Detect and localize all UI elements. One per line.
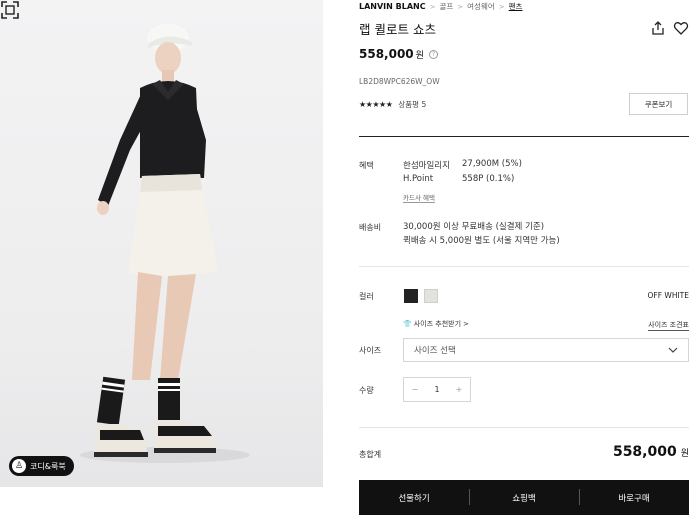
- hpoint-name: H.Point: [403, 174, 434, 184]
- selected-color-name: OFF WHITE: [647, 291, 689, 300]
- size-guide-link[interactable]: 사이즈 조견표: [648, 320, 689, 331]
- coupon-button[interactable]: 쿠폰보기: [629, 93, 688, 115]
- divider: [359, 136, 689, 137]
- quantity-value[interactable]: 1: [426, 385, 448, 394]
- model-illustration: [80, 24, 250, 463]
- breadcrumb-item-womenswear[interactable]: 여성웨어: [467, 1, 495, 12]
- star-rating-icon: ★★★★★: [359, 100, 393, 109]
- chevron-right-icon: >: [463, 320, 469, 328]
- total-unit: 원: [680, 449, 689, 459]
- product-image: ♙ 코디&룩북: [0, 0, 323, 487]
- mileage-name: 한섬마일리지: [403, 161, 450, 171]
- size-recommend-link[interactable]: 👕 사이즈 추천받기 >: [403, 319, 469, 329]
- quantity-minus-button[interactable]: −: [404, 385, 426, 394]
- color-swatch-black[interactable]: [404, 289, 418, 303]
- quantity-stepper: − 1 +: [403, 377, 471, 402]
- shopping-bag-button[interactable]: 쇼핑백: [469, 488, 579, 505]
- size-select-placeholder: 사이즈 선택: [414, 346, 456, 356]
- benefits-label: 혜택: [359, 161, 374, 170]
- coordi-label: 코디&룩북: [30, 461, 66, 471]
- hanger-icon: ♙: [12, 459, 26, 473]
- question-icon[interactable]: ?: [428, 49, 438, 59]
- size-recommend-label: 사이즈 추천받기: [413, 320, 462, 328]
- total-label: 총합계: [359, 450, 382, 459]
- color-swatch-off-white[interactable]: [424, 289, 438, 303]
- divider: [359, 427, 689, 428]
- shirt-icon: 👕: [403, 320, 412, 328]
- share-icon[interactable]: [650, 20, 666, 36]
- product-rating[interactable]: ★★★★★ 상품평 5: [359, 99, 426, 110]
- purchase-action-bar: 선물하기 쇼핑백 바로구매: [359, 480, 689, 515]
- chevron-right-icon: >: [457, 2, 464, 11]
- product-sku: LB2D8WPC626W_OW: [359, 77, 440, 86]
- size-select[interactable]: 사이즈 선택: [403, 338, 689, 362]
- total-price: 558,000 원: [613, 444, 689, 460]
- breadcrumb: LANVIN BLANC > 골프 > 여성웨어 > 팬츠: [359, 1, 522, 12]
- hpoint-value: 558P (0.1%): [462, 174, 515, 184]
- price-amount: 558,000: [359, 47, 414, 61]
- product-title: 랩 퀼로트 쇼츠: [359, 22, 436, 37]
- gift-button[interactable]: 선물하기: [359, 492, 469, 504]
- card-benefit-link[interactable]: 카드사 혜택: [403, 192, 435, 203]
- size-label: 사이즈: [359, 346, 382, 355]
- breadcrumb-item-pants[interactable]: 팬츠: [509, 1, 523, 12]
- shipping-quick-text: 퀵배송 시 5,000원 별도 (서울 지역만 가능): [403, 236, 560, 246]
- divider: [359, 266, 689, 267]
- chevron-right-icon: >: [429, 2, 436, 11]
- product-price: 558,000 원 ?: [359, 47, 438, 61]
- expand-icon[interactable]: [0, 0, 20, 20]
- total-amount: 558,000: [612, 444, 677, 460]
- chevron-down-icon: [668, 347, 678, 353]
- mileage-value: 27,900M (5%): [462, 159, 522, 169]
- heart-icon[interactable]: [673, 20, 689, 36]
- quantity-label: 수량: [359, 386, 374, 395]
- shipping-label: 배송비: [359, 223, 382, 232]
- buy-now-button[interactable]: 바로구매: [579, 488, 689, 505]
- review-count: 상품평 5: [398, 100, 427, 109]
- breadcrumb-brand[interactable]: LANVIN BLANC: [359, 2, 426, 11]
- chevron-right-icon: >: [498, 2, 505, 11]
- price-unit: 원: [415, 50, 424, 61]
- breadcrumb-item-golf[interactable]: 골프: [439, 1, 453, 12]
- coordi-lookbook-button[interactable]: ♙ 코디&룩북: [9, 456, 74, 476]
- shipping-free-text: 30,000원 이상 무료배송 (실결제 기준): [403, 222, 545, 232]
- quantity-plus-button[interactable]: +: [448, 385, 470, 394]
- color-label: 컬러: [359, 292, 374, 301]
